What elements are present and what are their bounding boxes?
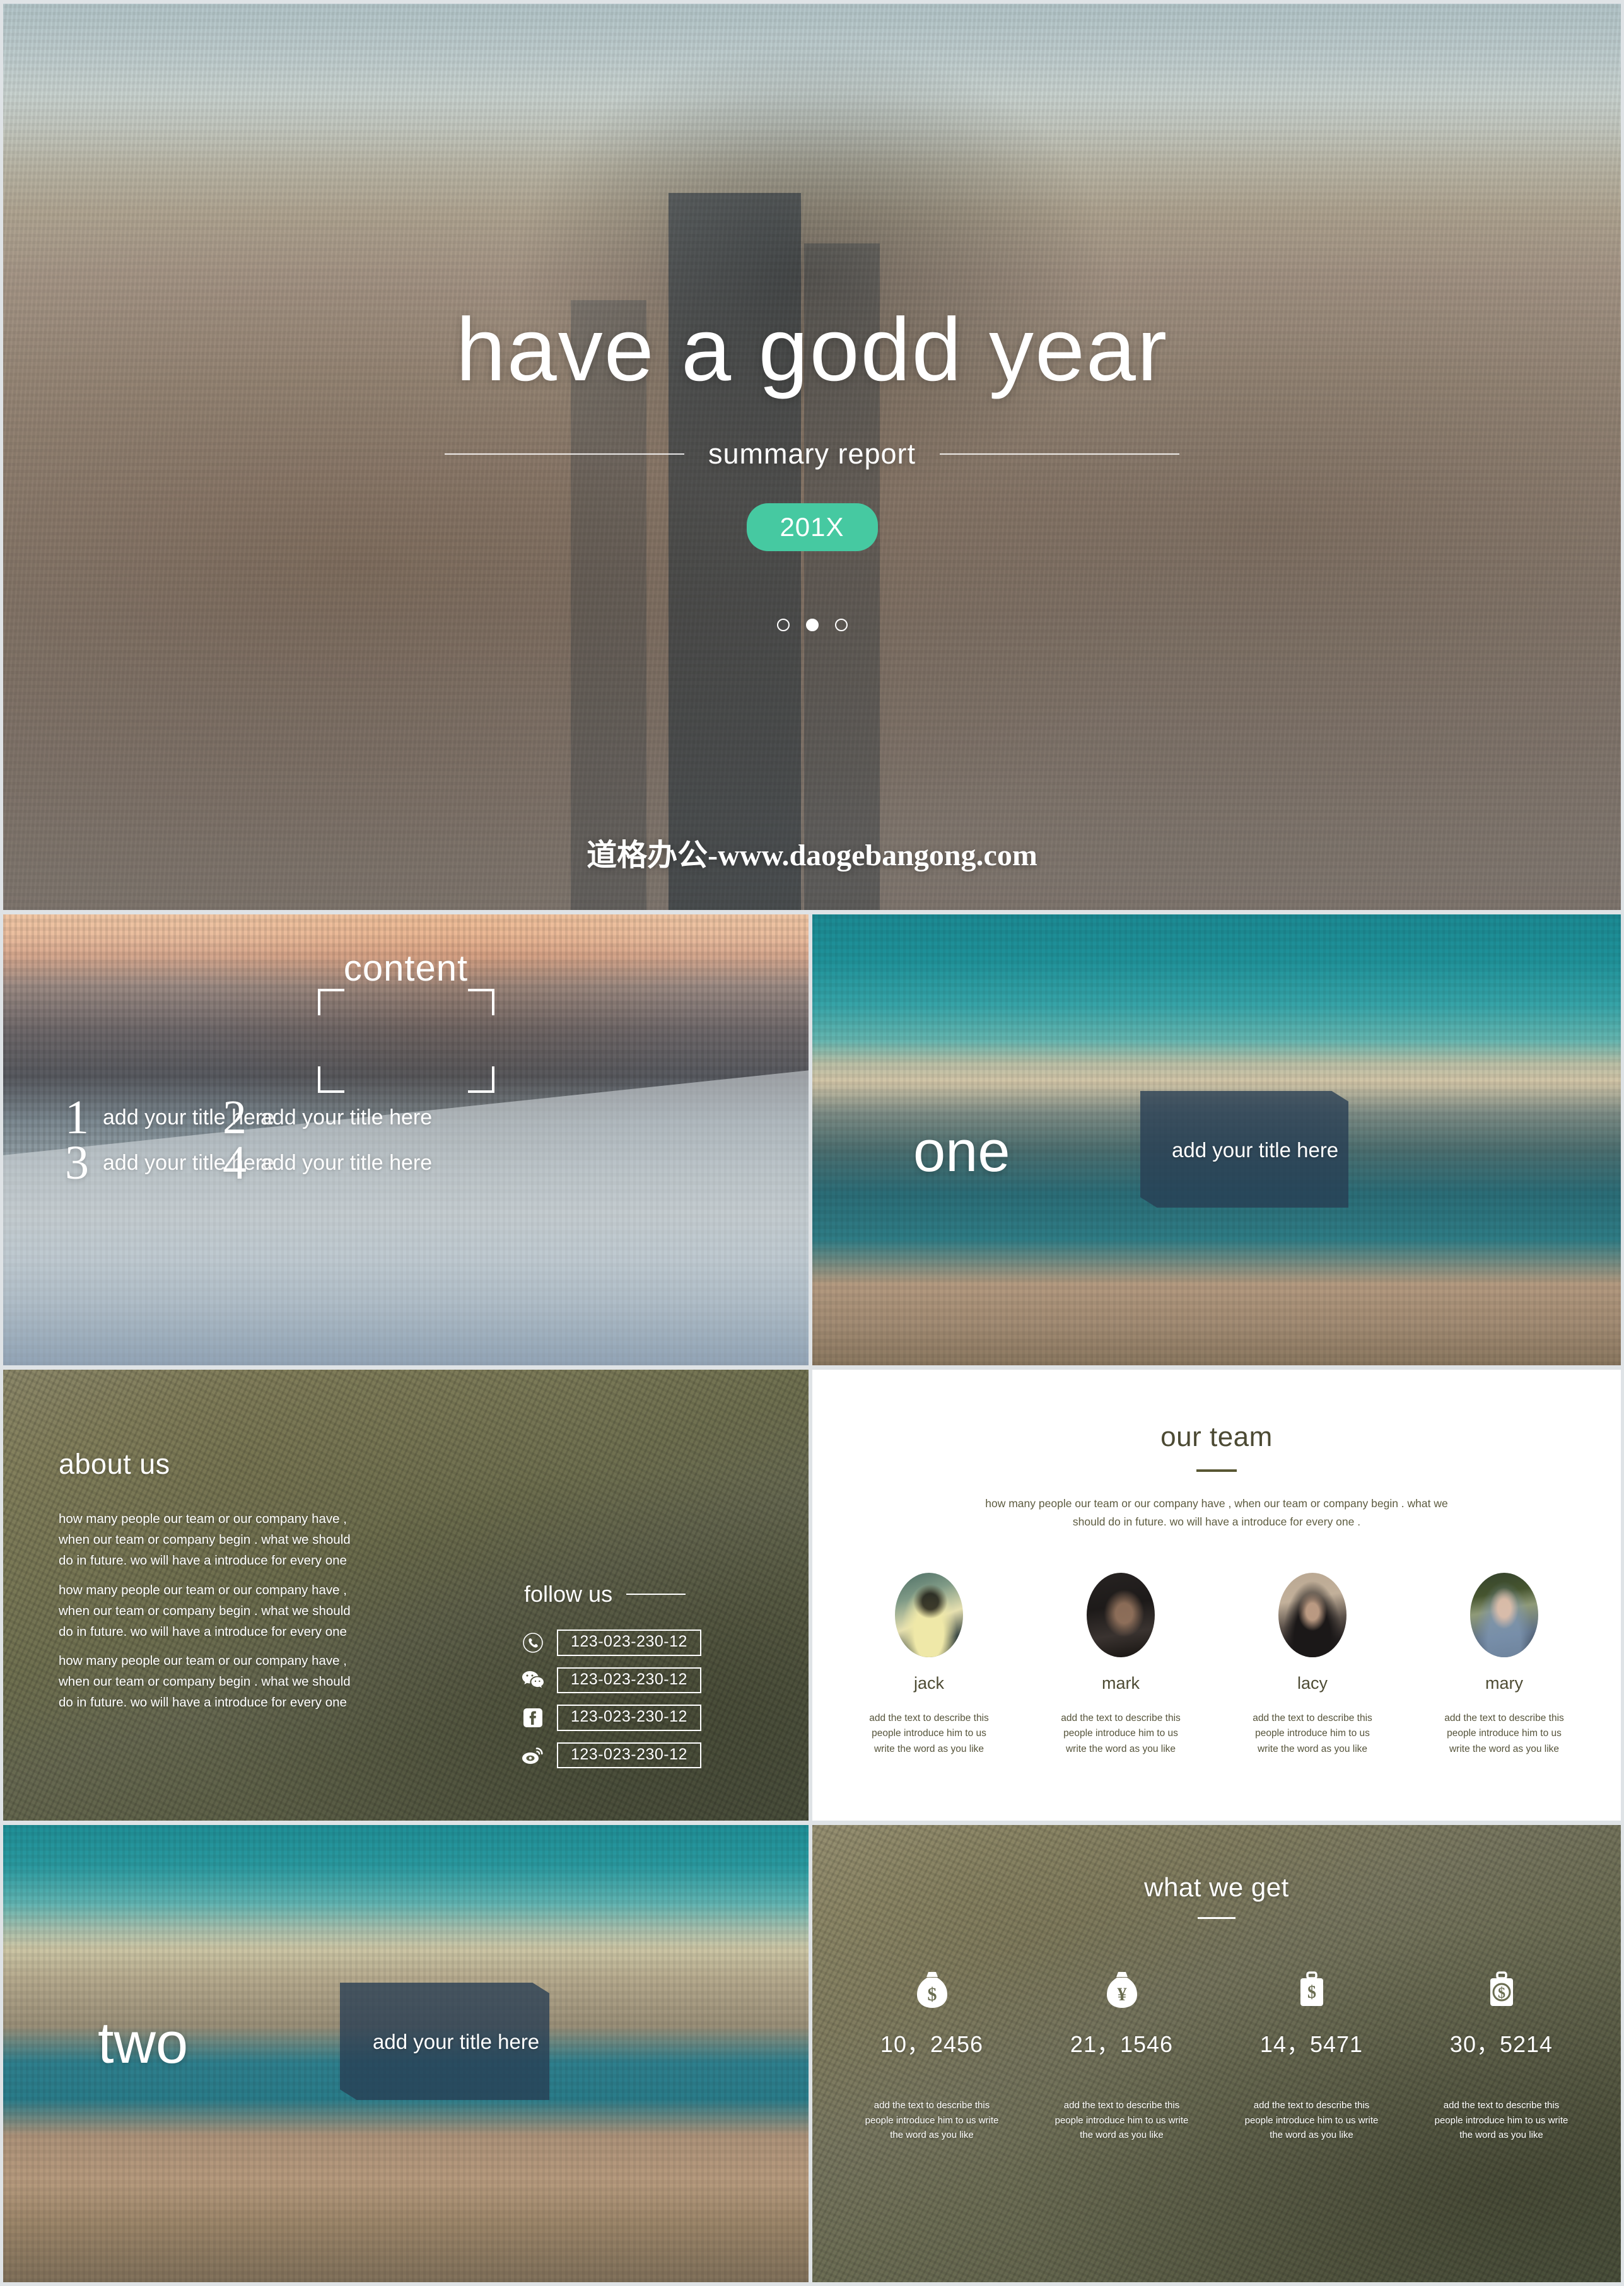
money-bag-dollar-icon: $ bbox=[851, 1961, 1012, 2011]
member-description: add the text to describe this people int… bbox=[1253, 1713, 1372, 1754]
stat-card[interactable]: ¥ 21，1546 add the text to describe this … bbox=[1041, 1961, 1202, 2143]
avatar bbox=[895, 1573, 963, 1657]
team-member-card[interactable]: mary add the text to describe this peopl… bbox=[1425, 1573, 1583, 1757]
year-badge[interactable]: 201X bbox=[746, 503, 878, 551]
svg-text:$: $ bbox=[927, 1984, 937, 2005]
member-name: jack bbox=[913, 1674, 944, 1693]
contact-row[interactable]: 123-023-230-12 bbox=[520, 1742, 701, 1768]
stat-description: add the text to describe this people int… bbox=[1434, 2100, 1569, 2141]
member-description: add the text to describe this people int… bbox=[869, 1713, 989, 1754]
item-label: add your title here bbox=[260, 1150, 433, 1175]
content-item[interactable]: 2 add your title here bbox=[223, 1091, 433, 1144]
facebook-icon bbox=[520, 1705, 546, 1730]
carousel-dot-1[interactable] bbox=[776, 619, 790, 631]
title-underline bbox=[1196, 1469, 1237, 1472]
stat-card[interactable]: $ 30，5214 add the text to describe this … bbox=[1421, 1961, 1582, 2143]
contact-list: 123-023-230-12 123-023-230-12 123-023-23… bbox=[520, 1630, 701, 1780]
contact-value: 123-023-230-12 bbox=[557, 1630, 701, 1656]
slide-thumbnail-our-team[interactable]: our team how many people our team or our… bbox=[812, 1370, 1621, 1821]
item-label: add your title here bbox=[260, 1105, 433, 1129]
stat-value: 30，5214 bbox=[1449, 2031, 1553, 2057]
about-paragraph: how many people our team or our company … bbox=[59, 1653, 351, 1710]
contact-row[interactable]: 123-023-230-12 bbox=[520, 1705, 701, 1731]
member-description: add the text to describe this people int… bbox=[1061, 1713, 1181, 1754]
stat-card[interactable]: $ 14，5471 add the text to describe this … bbox=[1231, 1961, 1392, 2143]
member-name: mary bbox=[1485, 1674, 1523, 1693]
phone-icon bbox=[520, 1630, 546, 1655]
wechat-icon bbox=[520, 1667, 546, 1693]
section-number-word: two bbox=[98, 2011, 189, 2075]
avatar bbox=[1470, 1573, 1538, 1657]
weibo-icon bbox=[520, 1742, 546, 1768]
stat-card[interactable]: $ 10，2456 add the text to describe this … bbox=[851, 1961, 1012, 2143]
item-number: 1 bbox=[65, 1091, 89, 1144]
section-title: our team bbox=[1160, 1421, 1273, 1452]
contact-row[interactable]: 123-023-230-12 bbox=[520, 1630, 701, 1656]
item-number: 4 bbox=[223, 1136, 247, 1189]
section-number-word: one bbox=[913, 1119, 1010, 1184]
page-title: have a godd year bbox=[455, 300, 1169, 400]
slide-thumbnail-title[interactable]: have a godd year summary report 201X 道格办… bbox=[3, 4, 1621, 910]
stat-description: add the text to describe this people int… bbox=[1054, 2100, 1189, 2141]
carousel-dot-2[interactable] bbox=[805, 619, 819, 631]
carousel-dots[interactable] bbox=[3, 619, 1621, 631]
money-bag-yen-icon: ¥ bbox=[1041, 1961, 1202, 2011]
item-number: 3 bbox=[65, 1136, 89, 1189]
team-member-card[interactable]: lacy add the text to describe this peopl… bbox=[1234, 1573, 1391, 1757]
section-plate-label: add your title here bbox=[373, 2030, 540, 2053]
subtitle: summary report bbox=[708, 438, 916, 470]
team-member-card[interactable]: jack add the text to describe this peopl… bbox=[850, 1573, 1008, 1757]
divider-left bbox=[444, 453, 684, 455]
about-paragraph: how many people our team or our company … bbox=[59, 1583, 351, 1640]
stat-value: 10，2456 bbox=[880, 2031, 984, 2057]
carousel-dot-3[interactable] bbox=[834, 619, 848, 631]
watermark: 道格办公-www.daogebangong.com bbox=[587, 839, 1037, 872]
stat-value: 14，5471 bbox=[1259, 2031, 1364, 2057]
contact-value: 123-023-230-12 bbox=[557, 1742, 701, 1768]
slide-thumbnail-content[interactable]: content 1 add your title here 2 add your… bbox=[3, 914, 809, 1365]
section-title: about us bbox=[59, 1448, 170, 1480]
avatar bbox=[1087, 1573, 1155, 1657]
follow-us-rule bbox=[626, 1594, 686, 1595]
subtitle-row: summary report bbox=[3, 438, 1621, 470]
follow-us-title: follow us bbox=[524, 1581, 613, 1607]
slide-deck-preview: have a godd year summary report 201X 道格办… bbox=[0, 0, 1624, 2286]
briefcase-coin-icon: $ bbox=[1421, 1961, 1582, 2011]
member-description: add the text to describe this people int… bbox=[1444, 1713, 1564, 1754]
section-title: what we get bbox=[1144, 1872, 1289, 1902]
svg-text:$: $ bbox=[1307, 1983, 1316, 2002]
team-member-card[interactable]: mark add the text to describe this peopl… bbox=[1042, 1573, 1200, 1757]
follow-us-header: follow us bbox=[524, 1581, 686, 1607]
stat-value: 21，1546 bbox=[1070, 2031, 1174, 2057]
svg-text:$: $ bbox=[1498, 1985, 1505, 2002]
slide-thumbnail-about-us[interactable]: about us how many people our team or our… bbox=[3, 1370, 809, 1821]
contact-value: 123-023-230-12 bbox=[557, 1705, 701, 1731]
avatar bbox=[1278, 1573, 1347, 1657]
stat-grid: $ 10，2456 add the text to describe this … bbox=[851, 1961, 1582, 2143]
briefcase-dollar-icon: $ bbox=[1231, 1961, 1392, 2011]
team-member-grid: jack add the text to describe this peopl… bbox=[850, 1573, 1583, 1757]
section-lead-text: how many people our team or our company … bbox=[985, 1497, 1448, 1528]
slide-thumbnail-section-two[interactable]: add your title here two bbox=[3, 1825, 809, 2282]
section-plate-label: add your title here bbox=[1172, 1138, 1339, 1162]
member-name: lacy bbox=[1297, 1674, 1328, 1693]
item-number: 2 bbox=[223, 1091, 247, 1144]
divider-right bbox=[940, 453, 1180, 455]
title-underline bbox=[1198, 1917, 1236, 1919]
stat-description: add the text to describe this people int… bbox=[1244, 2100, 1379, 2141]
slide-heading: content bbox=[343, 948, 469, 989]
about-paragraph: how many people our team or our company … bbox=[59, 1512, 351, 1568]
slide-thumbnail-section-one[interactable]: add your title here one bbox=[812, 914, 1621, 1365]
svg-text:¥: ¥ bbox=[1117, 1984, 1126, 2005]
member-name: mark bbox=[1102, 1674, 1140, 1693]
contact-value: 123-023-230-12 bbox=[557, 1667, 701, 1693]
content-item[interactable]: 4 add your title here bbox=[223, 1136, 433, 1189]
contact-row[interactable]: 123-023-230-12 bbox=[520, 1667, 701, 1693]
stat-description: add the text to describe this people int… bbox=[865, 2100, 999, 2141]
bracket-frame bbox=[317, 989, 494, 1093]
slide-thumbnail-what-we-get[interactable]: what we get $ 10，2456 add the text to de… bbox=[812, 1825, 1621, 2282]
